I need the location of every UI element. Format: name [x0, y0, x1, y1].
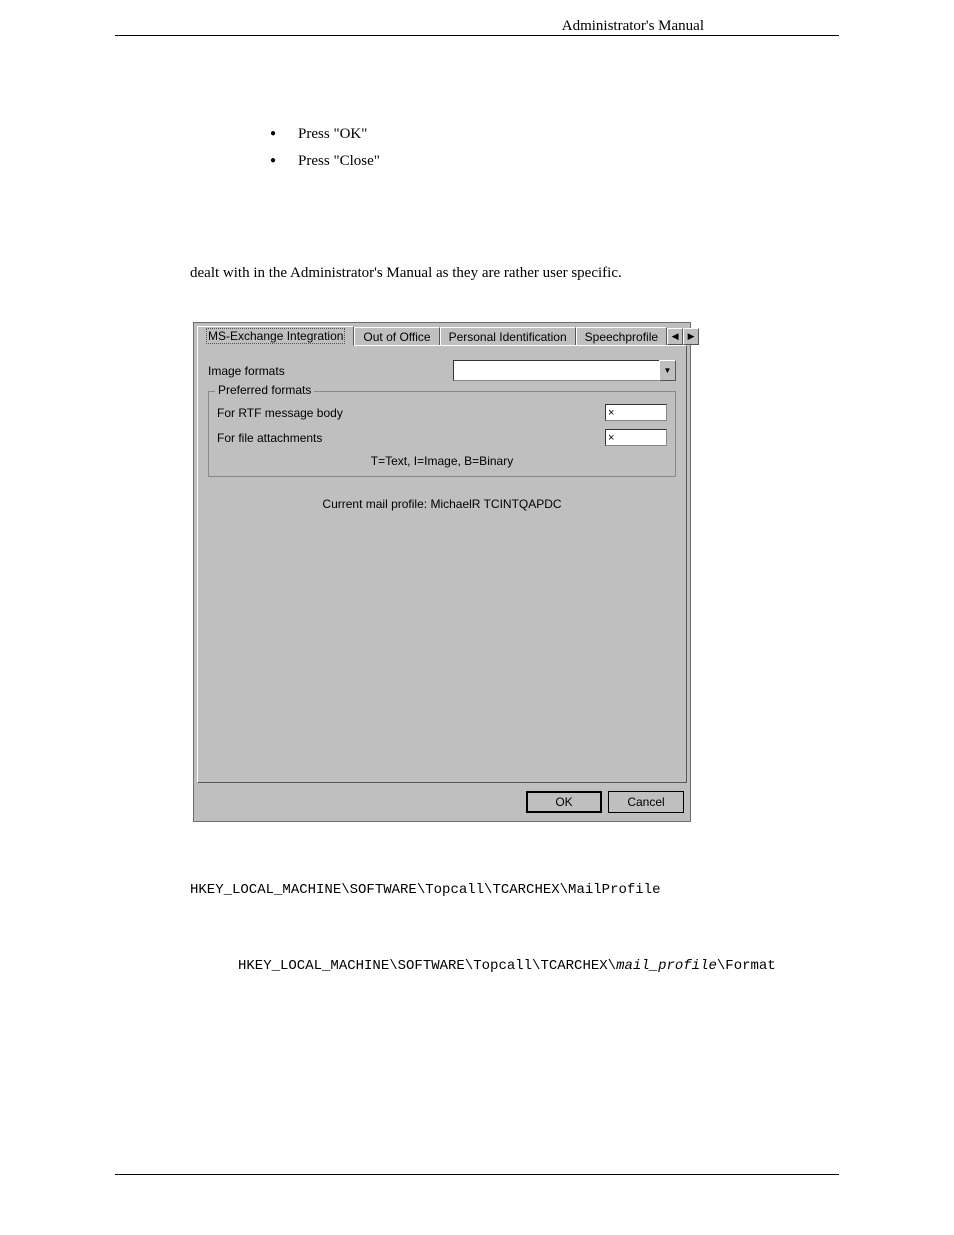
header-rule [115, 35, 839, 36]
tab-scroll-right-icon[interactable]: ▶ [683, 328, 699, 345]
group-title: Preferred formats [215, 383, 314, 397]
registry-path-2: HKEY_LOCAL_MACHINE\SOFTWARE\Topcall\TCAR… [238, 958, 839, 974]
settings-dialog: MS-Exchange Integration Out of Office Pe… [193, 322, 691, 822]
tab-speechprofile[interactable]: Speechprofile [576, 327, 667, 345]
tab-out-of-office[interactable]: Out of Office [354, 327, 439, 345]
dialog-button-row: OK Cancel [194, 783, 690, 821]
list-item: ● Press "OK" [270, 126, 839, 143]
file-attachments-input[interactable] [605, 429, 667, 446]
rtf-body-label: For RTF message body [217, 406, 605, 420]
dropdown-icon[interactable]: ▼ [659, 360, 676, 381]
image-formats-label: Image formats [208, 364, 453, 378]
tab-panel: Image formats ▼ Preferred formats For RT… [197, 345, 687, 783]
current-mail-profile: Current mail profile: MichaelR TCINTQAPD… [208, 497, 676, 511]
tab-ms-exchange[interactable]: MS-Exchange Integration [197, 326, 354, 346]
file-attachments-label: For file attachments [217, 431, 605, 445]
header-title: Administrator's Manual [190, 18, 839, 35]
image-formats-input[interactable] [453, 360, 659, 381]
rtf-body-input[interactable] [605, 404, 667, 421]
ok-button[interactable]: OK [526, 791, 602, 813]
bullet-text: Press "OK" [298, 126, 367, 143]
list-item: ● Press "Close" [270, 153, 839, 170]
bullet-icon: ● [270, 155, 276, 166]
body-paragraph: dealt with in the Administrator's Manual… [190, 265, 839, 282]
preferred-formats-group: Preferred formats For RTF message body F… [208, 391, 676, 477]
tab-strip: MS-Exchange Integration Out of Office Pe… [194, 323, 690, 345]
registry-path-1: HKEY_LOCAL_MACHINE\SOFTWARE\Topcall\TCAR… [190, 882, 839, 898]
cancel-button[interactable]: Cancel [608, 791, 684, 813]
tab-scroll-left-icon[interactable]: ◀ [667, 328, 683, 345]
format-legend: T=Text, I=Image, B=Binary [217, 454, 667, 468]
image-formats-combo[interactable]: ▼ [453, 360, 676, 381]
tab-personal-identification[interactable]: Personal Identification [440, 327, 576, 345]
bullet-text: Press "Close" [298, 153, 380, 170]
bullet-list: ● Press "OK" ● Press "Close" [270, 126, 839, 170]
footer-rule [115, 1174, 839, 1175]
bullet-icon: ● [270, 128, 276, 139]
